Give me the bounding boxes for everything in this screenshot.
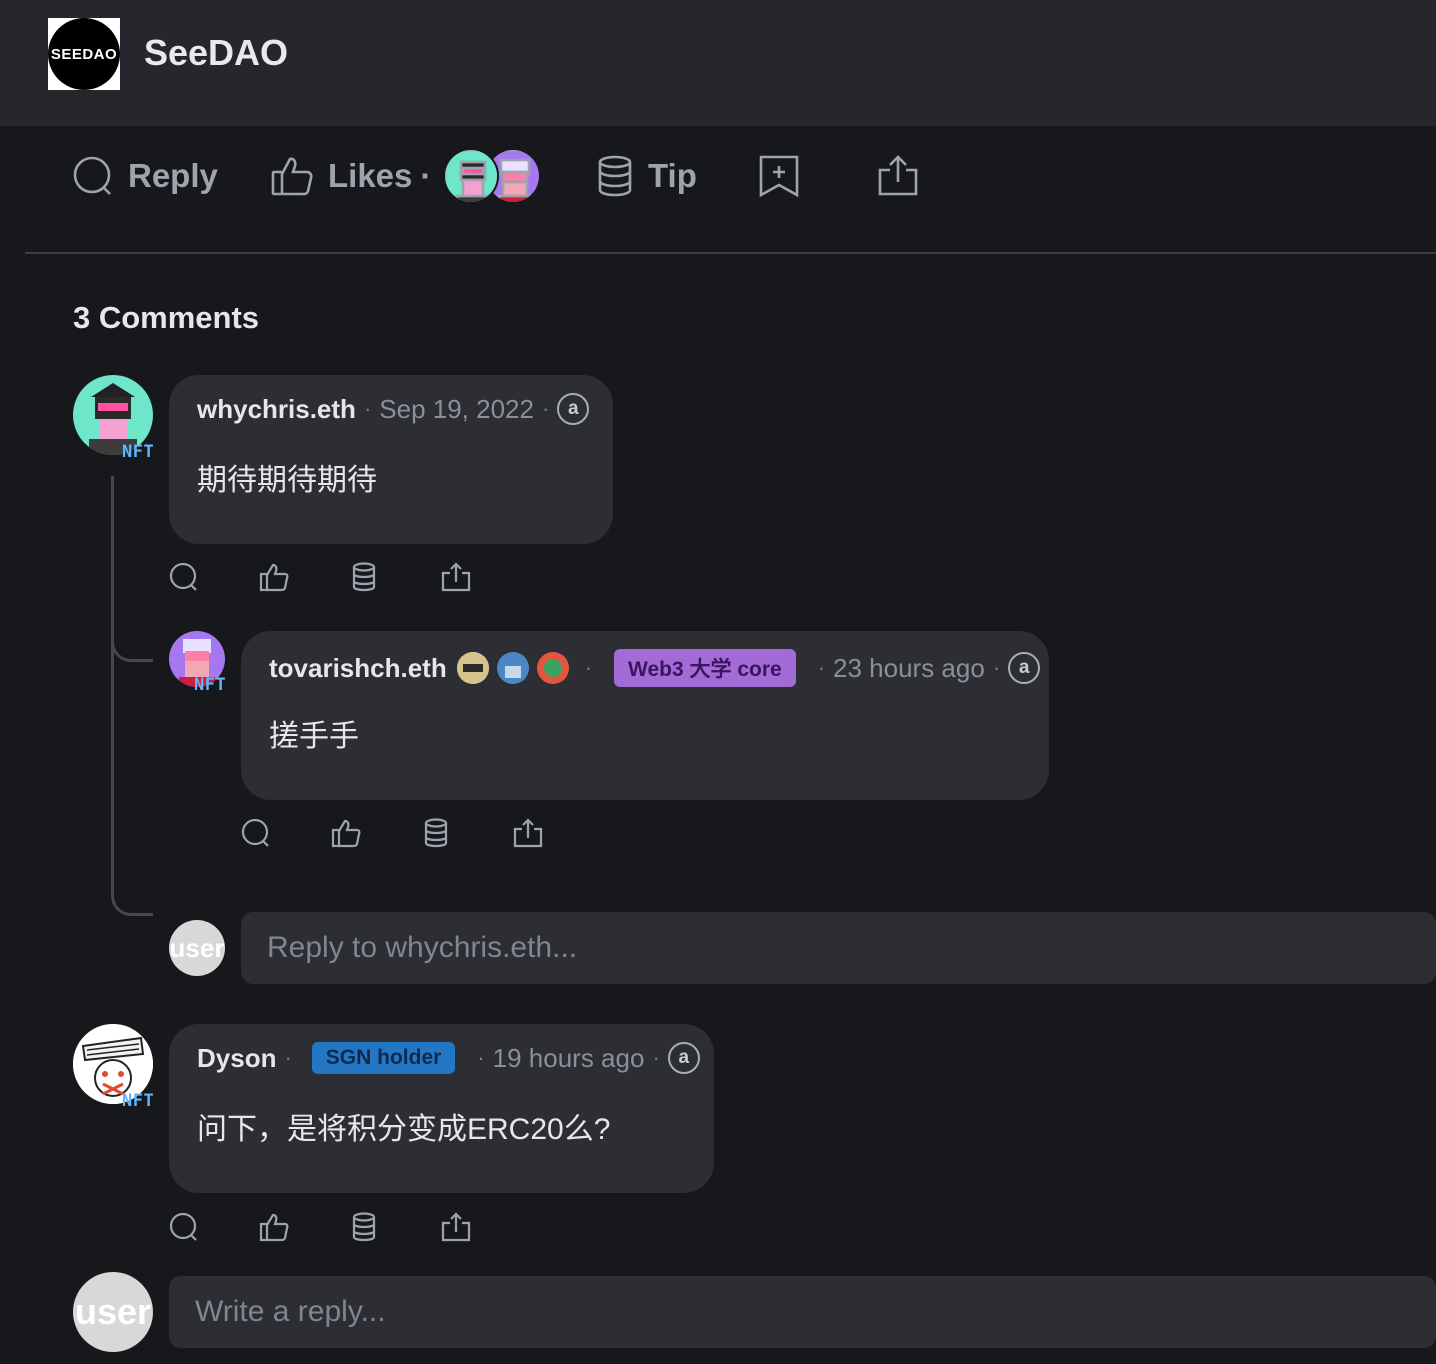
- comment-action-bar: [169, 562, 479, 596]
- liker-avatar-whychris[interactable]: [443, 148, 500, 204]
- meta-separator: ·: [652, 1045, 660, 1070]
- comments-count-heading: 3 Comments: [73, 300, 260, 335]
- tip-button[interactable]: Tip: [596, 148, 697, 204]
- comment-date: Sep 19, 2022: [379, 393, 534, 424]
- comment-reply-button[interactable]: [169, 1212, 201, 1244]
- reply-author[interactable]: tovarishch.eth: [269, 653, 447, 684]
- nft-tag: NFT: [122, 442, 155, 462]
- comment-tip-button[interactable]: [423, 818, 455, 850]
- meta-separator: ·: [477, 1045, 485, 1070]
- like-avatars[interactable]: [443, 148, 543, 204]
- thread-branch-input: [111, 660, 153, 916]
- meta-separator: ·: [584, 655, 593, 680]
- tip-label: Tip: [648, 157, 697, 194]
- comment-meta: whychris.eth · Sep 19, 2022 · a: [197, 393, 590, 425]
- reply-label: Reply: [128, 157, 218, 194]
- comment-reply-button[interactable]: [241, 818, 273, 850]
- likes-button[interactable]: Likes ·: [270, 148, 543, 204]
- comment-like-button[interactable]: [259, 1212, 291, 1244]
- tip-icon: [424, 818, 448, 848]
- reply-icon: [73, 156, 111, 195]
- comment-meta: Dyson · SGN holder · 19 hours ago · a: [197, 1042, 700, 1074]
- comment-share-button[interactable]: [441, 1212, 473, 1244]
- comment-like-button[interactable]: [331, 818, 363, 850]
- comment-date: 19 hours ago: [492, 1042, 645, 1073]
- user-avatar: user: [169, 920, 225, 976]
- like-icon: [259, 563, 289, 592]
- meta-separator: ·: [817, 655, 826, 680]
- badge-avatar-1[interactable]: [456, 652, 489, 684]
- comment-body: 期待期待期待: [197, 464, 377, 497]
- reply-action-bar: [241, 818, 551, 852]
- role-badge: SGN holder: [311, 1042, 456, 1074]
- bookmark-icon: [759, 155, 799, 198]
- comment-tip-button[interactable]: [351, 1212, 383, 1244]
- thread-branch-reply: [111, 640, 153, 662]
- reply-meta: tovarishch.eth · Web3 大学 core · 23 hours…: [269, 649, 1041, 687]
- likes-label: Likes: [328, 157, 413, 194]
- like-icon: [331, 819, 361, 848]
- at-icon[interactable]: a: [557, 393, 590, 425]
- badge-avatar-2[interactable]: [496, 652, 529, 684]
- reply-icon: [241, 818, 269, 847]
- write-reply-input[interactable]: Write a reply...: [169, 1276, 1436, 1348]
- logo-text: SEEDAO: [48, 18, 120, 90]
- app-title: SeeDAO: [144, 32, 289, 73]
- comment-share-button[interactable]: [513, 818, 545, 850]
- meta-separator: ·: [992, 655, 1001, 680]
- comment-share-button[interactable]: [441, 562, 473, 594]
- comment-body: 问下，是将积分变成ERC20么?: [197, 1113, 611, 1146]
- comment-like-button[interactable]: [259, 562, 291, 594]
- comment-author[interactable]: whychris.eth: [197, 394, 356, 425]
- reply-icon: [169, 562, 197, 591]
- nft-tag: NFT: [194, 675, 227, 695]
- at-icon[interactable]: a: [1008, 652, 1041, 684]
- thread-line: [111, 476, 114, 666]
- reply-input[interactable]: Reply to whychris.eth...: [241, 912, 1436, 984]
- comment-author[interactable]: Dyson: [197, 1043, 276, 1074]
- comment-tip-button[interactable]: [351, 562, 383, 594]
- share-icon: [878, 155, 918, 196]
- tip-icon: [352, 562, 376, 592]
- comment-action-bar: [169, 1212, 479, 1246]
- bookmark-button[interactable]: [758, 148, 800, 204]
- share-button[interactable]: [876, 148, 920, 204]
- reply-body: 搓手手: [269, 720, 359, 753]
- like-icon: [259, 1213, 289, 1242]
- seedao-logo[interactable]: SEEDAO: [48, 18, 120, 90]
- like-icon: [271, 157, 313, 196]
- tip-icon: [352, 1212, 376, 1242]
- nft-tag: NFT: [122, 1091, 155, 1111]
- reply-button[interactable]: Reply: [72, 148, 218, 204]
- share-icon: [513, 818, 543, 848]
- role-badge: Web3 大学 core: [614, 649, 796, 687]
- app-header: SEEDAO SeeDAO: [0, 0, 1436, 126]
- reply-date: 23 hours ago: [833, 652, 985, 683]
- meta-separator: ·: [363, 396, 372, 421]
- reply-icon: [169, 1212, 197, 1241]
- tip-icon: [598, 155, 632, 197]
- likes-dot: ·: [420, 157, 432, 194]
- reply-bubble: tovarishch.eth · Web3 大学 core · 23 hours…: [241, 631, 1049, 800]
- comment-bubble: Dyson · SGN holder · 19 hours ago · a 问下…: [169, 1024, 714, 1193]
- share-icon: [441, 562, 471, 592]
- share-icon: [441, 1212, 471, 1242]
- comment-reply-button[interactable]: [169, 562, 201, 594]
- meta-separator: ·: [541, 396, 550, 421]
- badge-avatar-3[interactable]: [536, 652, 569, 684]
- meta-separator: ·: [284, 1045, 292, 1070]
- user-avatar: user: [73, 1272, 153, 1352]
- divider: [25, 252, 1436, 254]
- at-icon[interactable]: a: [667, 1042, 700, 1074]
- post-action-bar: Reply Likes · Tip: [72, 148, 972, 208]
- comment-bubble: whychris.eth · Sep 19, 2022 · a 期待期待期待: [169, 375, 613, 544]
